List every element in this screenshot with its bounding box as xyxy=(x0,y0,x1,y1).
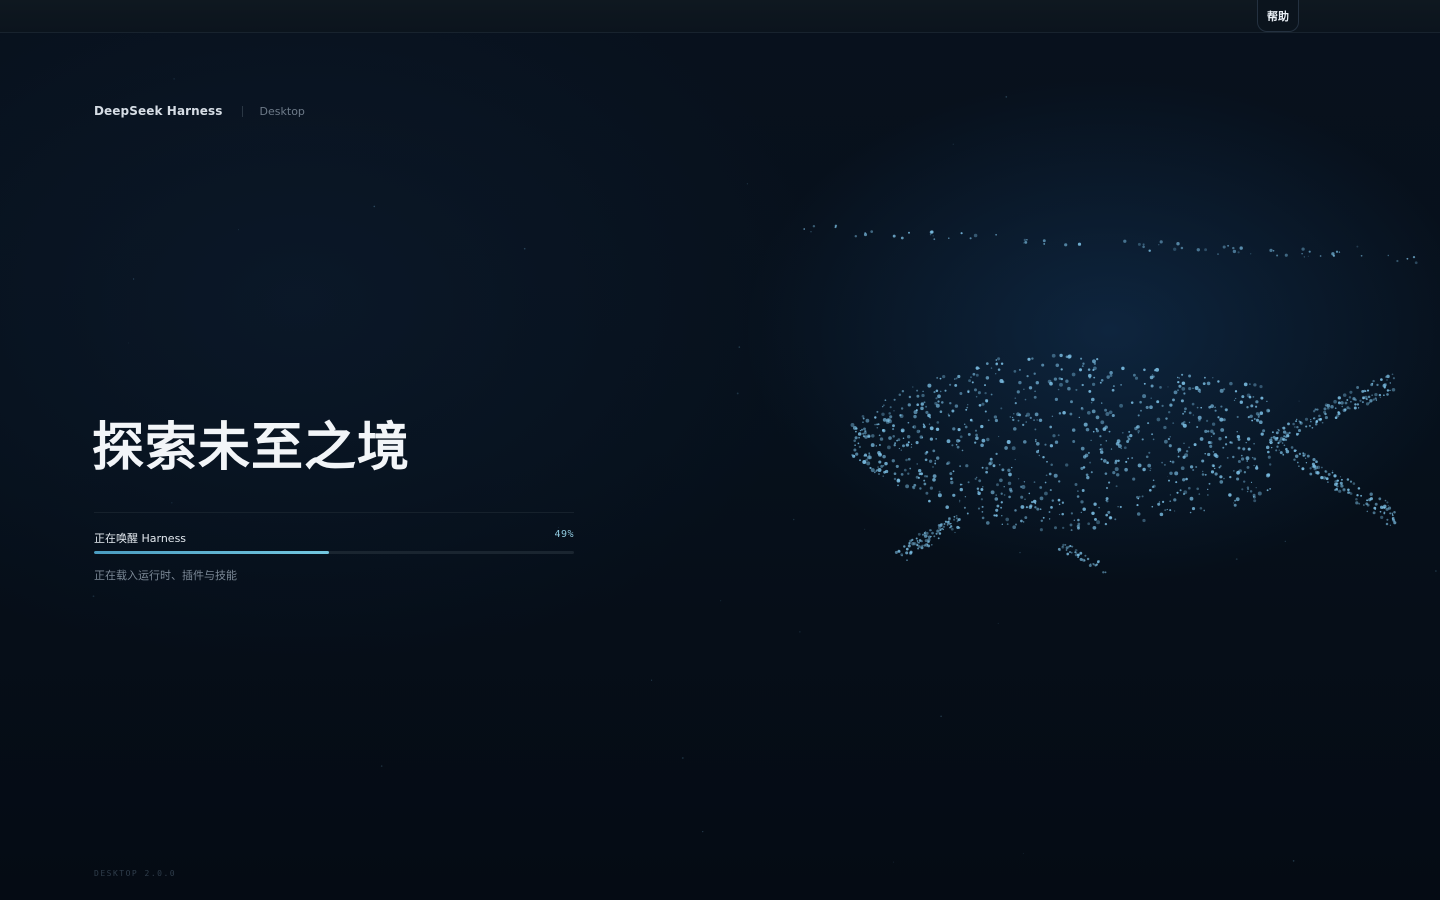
loading-screen: 帮助 DeepSeek Harness Desktop 探索未至之境 正在唤醒 … xyxy=(0,0,1440,900)
help-button[interactable]: 帮助 xyxy=(1257,0,1299,32)
status-detail: 正在载入运行时、插件与技能 xyxy=(94,569,237,582)
status-row: 正在唤醒 Harness 49% xyxy=(94,513,574,551)
hero-headline: 探索未至之境 xyxy=(92,418,411,478)
progress-bar xyxy=(94,551,574,554)
version-label: DESKTOP 2.0.0 xyxy=(94,869,177,878)
brand-name: DeepSeek Harness xyxy=(94,104,223,118)
brand-subtitle: Desktop xyxy=(259,104,305,118)
brand-header: DeepSeek Harness Desktop xyxy=(94,103,305,119)
brand-divider xyxy=(241,105,243,117)
loading-panel: 正在唤醒 Harness 49% 正在载入运行时、插件与技能 xyxy=(94,512,574,583)
title-bar: 帮助 xyxy=(0,0,1440,33)
progress-fill xyxy=(94,551,330,554)
progress-percent: 49% xyxy=(554,529,574,540)
status-label: 正在唤醒 Harness xyxy=(94,532,187,545)
